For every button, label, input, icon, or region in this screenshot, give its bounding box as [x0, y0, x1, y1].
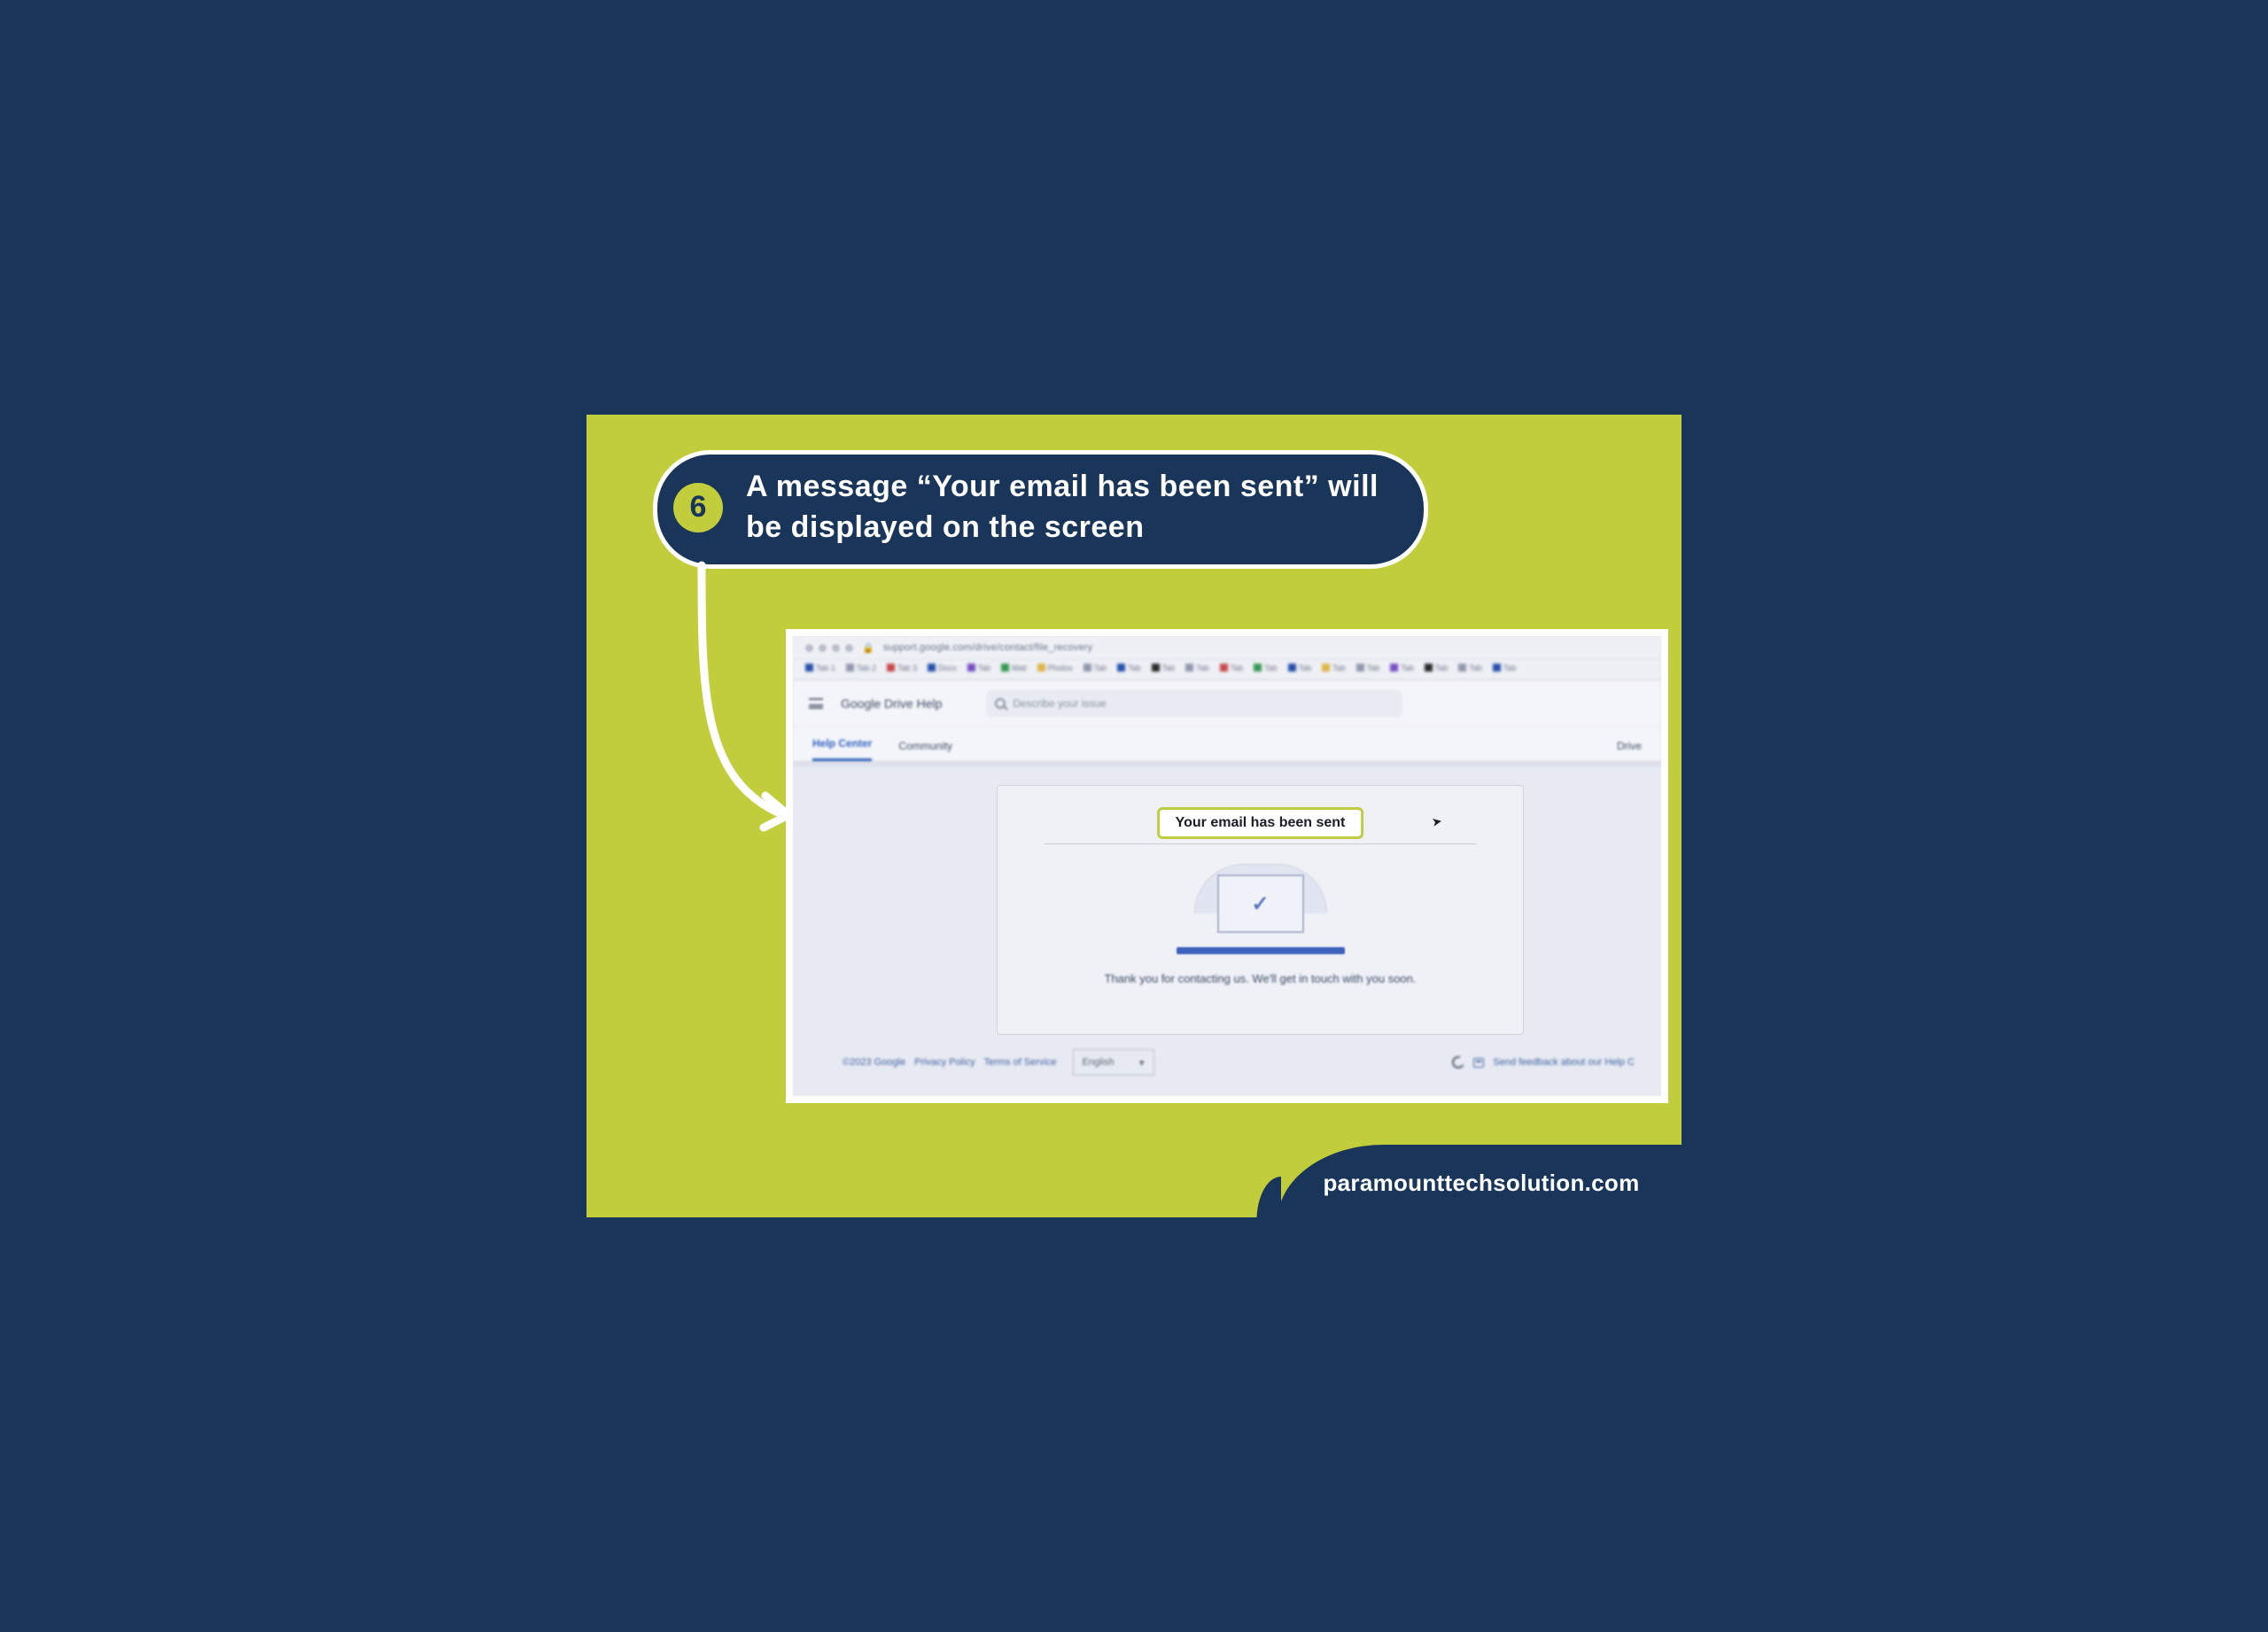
chevron-down-icon: ▾: [1139, 1057, 1145, 1069]
nav-reload-icon[interactable]: [832, 644, 840, 652]
cursor-icon: ➤: [1431, 813, 1444, 830]
bookmark-item[interactable]: Tab: [967, 664, 991, 672]
bookmark-item[interactable]: Tab: [1152, 664, 1176, 672]
browser-toolbar: 🔒 support.google.com/drive/contact/file_…: [793, 636, 1661, 659]
search-icon: [995, 698, 1006, 709]
bookmark-item[interactable]: Docs: [928, 664, 957, 672]
step-number-badge: 6: [673, 483, 723, 532]
bookmark-item[interactable]: Mail: [1001, 664, 1027, 672]
content-area: Your email has been sent ➤ ✓ Thank you f…: [793, 767, 1661, 1096]
bookmark-item[interactable]: Tab: [1493, 664, 1517, 672]
tab-product-link[interactable]: Drive: [1617, 740, 1642, 752]
nav-back-icon[interactable]: [805, 644, 813, 652]
screenshot: 🔒 support.google.com/drive/contact/file_…: [793, 636, 1661, 1096]
dark-mode-icon[interactable]: [1452, 1056, 1464, 1069]
arrow-icon: [675, 556, 799, 840]
footer-links: ©2023 Google Privacy Policy Terms of Ser…: [843, 1057, 1057, 1068]
tab-community[interactable]: Community: [898, 740, 952, 761]
thank-you-text: Thank you for contacting us. We'll get i…: [1105, 972, 1417, 985]
tab-help-center[interactable]: Help Center: [812, 737, 872, 761]
app-title: Google Drive Help: [841, 696, 942, 711]
nav-home-icon[interactable]: [845, 644, 853, 652]
step-instruction: A message “Your email has been sent” wil…: [746, 467, 1401, 548]
feedback-icon: [1473, 1058, 1484, 1068]
brand-footer: paramounttechsolution.com: [1278, 1145, 1685, 1221]
language-value: English: [1083, 1057, 1115, 1068]
bookmark-item[interactable]: Tab: [1425, 664, 1449, 672]
bookmark-item[interactable]: Tab: [1254, 664, 1278, 672]
bookmark-item[interactable]: Tab: [1117, 664, 1141, 672]
tutorial-step-slide: 6 A message “Your email has been sent” w…: [576, 404, 1692, 1228]
menu-icon[interactable]: [809, 698, 823, 709]
confirmation-card: Your email has been sent ➤ ✓ Thank you f…: [997, 785, 1524, 1035]
bookmark-item[interactable]: Tab 2: [846, 664, 876, 672]
page-footer: ©2023 Google Privacy Policy Terms of Ser…: [843, 1046, 1635, 1078]
search-placeholder: Describe your issue: [1013, 697, 1106, 710]
bookmark-item[interactable]: Tab: [1390, 664, 1414, 672]
email-sent-message: Your email has been sent: [1157, 807, 1364, 839]
nav-fwd-icon[interactable]: [819, 644, 827, 652]
laptop-check-illustration: ✓: [1177, 869, 1345, 954]
step-header: 6 A message “Your email has been sent” w…: [653, 450, 1428, 569]
bookmark-item[interactable]: Tab: [1288, 664, 1312, 672]
bookmarks-bar: Tab 1 Tab 2 Tab 3 Docs Tab Mail Photos T…: [793, 659, 1661, 680]
lock-icon: 🔒: [862, 642, 874, 654]
screenshot-frame: 🔒 support.google.com/drive/contact/file_…: [786, 629, 1668, 1103]
bookmark-item[interactable]: Tab: [1458, 664, 1482, 672]
bookmark-item[interactable]: Tab: [1185, 664, 1209, 672]
brand-footer-cap: [1240, 1177, 1281, 1221]
app-header: Google Drive Help Describe your issue: [793, 680, 1661, 727]
help-tabs: Help Center Community Drive: [793, 727, 1661, 762]
bookmark-item[interactable]: Tab: [1220, 664, 1244, 672]
nav-buttons: [805, 644, 853, 652]
bookmark-item[interactable]: Tab: [1322, 664, 1346, 672]
search-input[interactable]: Describe your issue: [986, 690, 1402, 717]
language-select[interactable]: English ▾: [1073, 1049, 1154, 1076]
bookmark-item[interactable]: Tab 1: [805, 664, 835, 672]
footer-copyright: ©2023 Google: [843, 1057, 905, 1068]
check-icon: ✓: [1217, 874, 1304, 933]
bookmark-item[interactable]: Tab 3: [887, 664, 917, 672]
footer-privacy-link[interactable]: Privacy Policy: [914, 1057, 975, 1068]
bookmark-item[interactable]: Photos: [1037, 664, 1073, 672]
send-feedback-link[interactable]: Send feedback about our Help C: [1493, 1057, 1635, 1068]
bookmark-item[interactable]: Tab: [1356, 664, 1380, 672]
bookmark-item[interactable]: Tab: [1084, 664, 1107, 672]
address-bar[interactable]: support.google.com/drive/contact/file_re…: [883, 642, 1093, 653]
footer-terms-link[interactable]: Terms of Service: [984, 1057, 1057, 1068]
card-title-row: Your email has been sent ➤: [1045, 809, 1475, 844]
